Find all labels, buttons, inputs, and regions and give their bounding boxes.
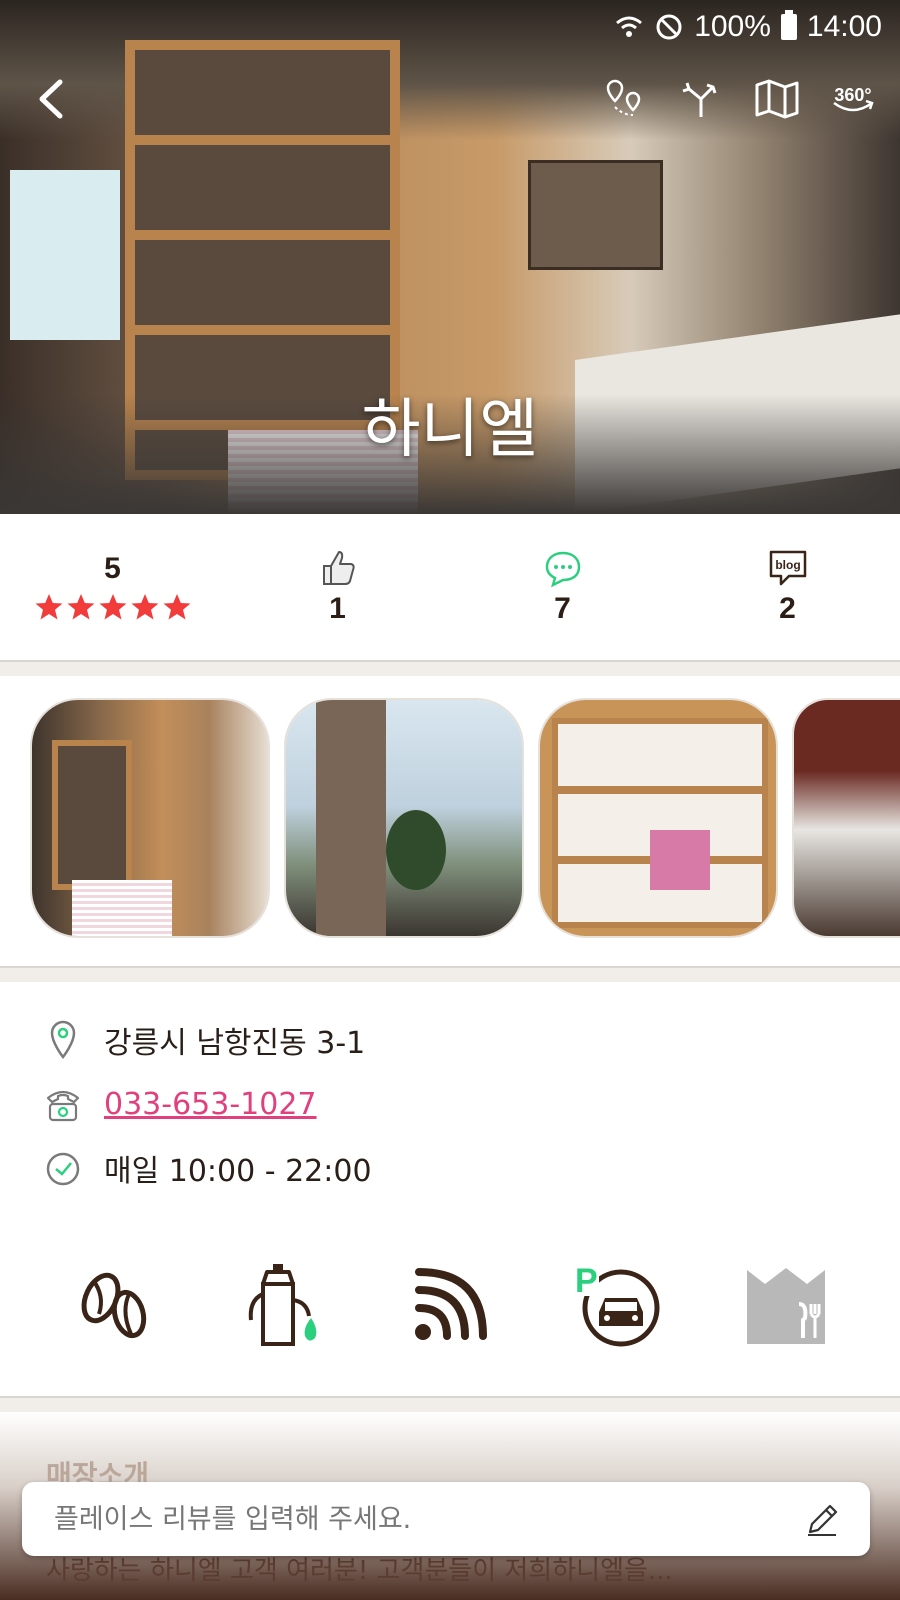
parking-icon: P xyxy=(573,1262,660,1347)
wifi-amenity xyxy=(400,1255,500,1355)
comment-count: 7 xyxy=(554,592,571,625)
do-not-disturb-icon xyxy=(654,12,684,42)
address-text: 강릉시 남항진동 3-1 xyxy=(104,1026,366,1061)
phone-row[interactable]: 033-653-1027 xyxy=(0,1072,900,1136)
hero-wall-screen xyxy=(528,160,663,270)
amenities-row: P xyxy=(0,1250,900,1360)
hero-poster xyxy=(10,170,120,340)
clock: 14:00 xyxy=(806,10,882,43)
stats-row: 5 1 7 blog 2 xyxy=(0,514,900,660)
gallery-photo[interactable] xyxy=(538,698,778,938)
hero-toolbar: 360° xyxy=(600,74,878,124)
wifi-status-icon xyxy=(614,12,644,42)
back-button[interactable] xyxy=(28,74,78,124)
hand-drip-amenity xyxy=(232,1255,332,1355)
map-icon xyxy=(755,79,799,119)
section-divider xyxy=(0,660,900,676)
star-icon xyxy=(99,594,126,620)
directions-button[interactable] xyxy=(676,74,726,124)
review-input[interactable] xyxy=(54,1503,774,1535)
wifi-icon xyxy=(415,1268,487,1340)
360-view-icon: 360° xyxy=(833,85,874,112)
parking-amenity: P xyxy=(568,1255,668,1355)
svg-text:blog: blog xyxy=(775,558,800,572)
premium-dining-icon xyxy=(747,1268,825,1344)
status-bar: 100% 14:00 xyxy=(0,0,900,54)
location-pin-icon xyxy=(50,1020,76,1060)
chevron-left-icon xyxy=(39,79,63,119)
clock-icon xyxy=(46,1152,80,1186)
place-detail-page: 하니엘 100% 14:00 360° 5 1 7 blog 2 강릉시 남항진… xyxy=(0,0,900,1600)
section-divider xyxy=(0,1396,900,1412)
gallery-photo[interactable] xyxy=(30,698,270,938)
place-title: 하니엘 xyxy=(361,393,539,467)
like-count: 1 xyxy=(329,592,346,625)
blog-count: 2 xyxy=(779,592,796,625)
star-icon xyxy=(131,594,158,620)
coffee-beans-amenity xyxy=(64,1255,164,1355)
rating-value: 5 xyxy=(104,552,121,585)
battery-icon xyxy=(780,10,797,40)
phone-link[interactable]: 033-653-1027 xyxy=(104,1087,317,1122)
photo-gallery[interactable] xyxy=(0,676,900,966)
premium-dining-amenity xyxy=(736,1255,836,1355)
hours-text: 매일 10:00 - 22:00 xyxy=(104,1154,372,1189)
star-icon xyxy=(67,594,94,620)
coffee-beans-icon xyxy=(81,1272,147,1339)
view-360-button[interactable]: 360° xyxy=(828,74,878,124)
blog-icon: blog xyxy=(769,550,806,586)
svg-text:P: P xyxy=(575,1262,598,1300)
star-icon xyxy=(35,594,62,620)
place-info: 강릉시 남항진동 3-1 033-653-1027 매일 10:00 - 22:… xyxy=(0,1008,900,1200)
directions-icon xyxy=(682,82,717,117)
blog-stat[interactable]: blog 2 xyxy=(675,514,900,660)
comment-stat[interactable]: 7 xyxy=(450,514,675,660)
review-input-bar[interactable] xyxy=(22,1482,870,1556)
map-button[interactable] xyxy=(752,74,802,124)
rating-stat[interactable]: 5 xyxy=(0,514,225,660)
location-button[interactable] xyxy=(600,74,650,124)
battery-percent: 100% xyxy=(694,10,771,43)
drip-kettle-icon xyxy=(248,1264,317,1346)
comment-bubble-icon xyxy=(545,551,580,588)
rating-stars xyxy=(34,592,192,622)
star-icon xyxy=(163,594,190,620)
telephone-icon xyxy=(46,1090,80,1122)
like-stat[interactable]: 1 xyxy=(225,514,450,660)
thumbs-up-icon xyxy=(322,551,355,585)
pencil-icon[interactable] xyxy=(804,1502,840,1538)
gallery-photo[interactable] xyxy=(284,698,524,938)
gallery-photo[interactable] xyxy=(792,698,900,938)
location-pin-icon xyxy=(606,79,641,116)
section-divider xyxy=(0,966,900,982)
hours-row: 매일 10:00 - 22:00 xyxy=(0,1136,900,1200)
address-row[interactable]: 강릉시 남항진동 3-1 xyxy=(0,1008,900,1072)
